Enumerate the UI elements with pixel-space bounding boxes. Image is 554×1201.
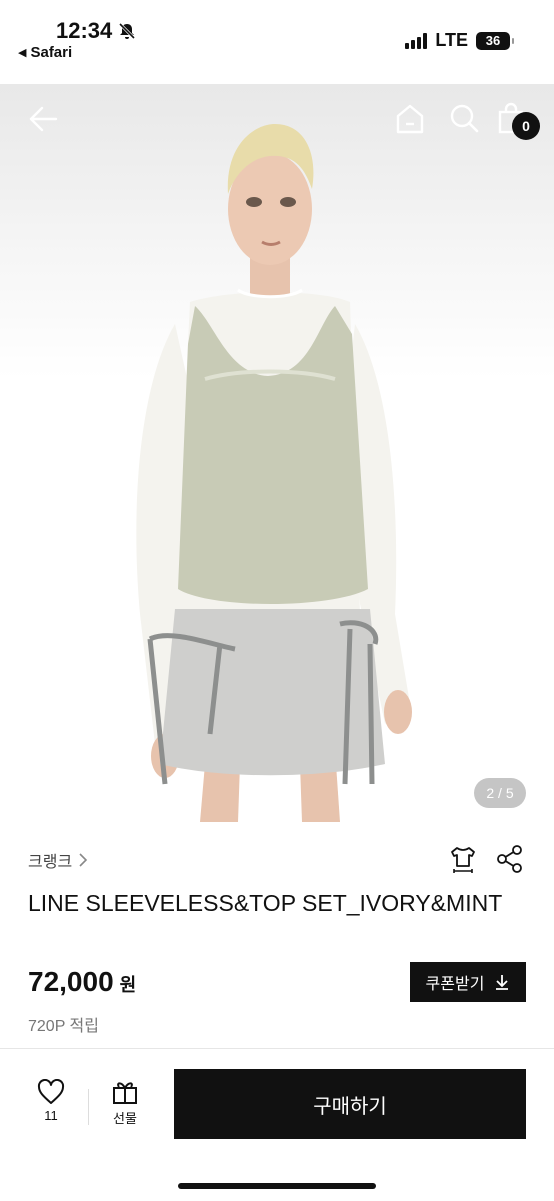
search-icon[interactable] [448,102,480,136]
bell-muted-icon [119,22,136,40]
buy-button[interactable]: 구매하기 [174,1069,526,1139]
price-value: 72,000 [28,966,114,997]
status-time: 12:34 [56,18,136,44]
like-button[interactable]: 11 [30,1078,72,1123]
signal-icon [405,32,428,49]
share-icon[interactable] [496,844,524,874]
home-indicator [178,1183,376,1189]
chevron-right-icon [79,853,88,867]
back-to-safari[interactable]: ◀ Safari [18,44,72,61]
product-image-carousel[interactable]: 0 2 / 5 [0,84,554,822]
brand-link[interactable]: 크랭크 [28,848,88,872]
gift-button[interactable]: 선물 [104,1079,146,1127]
reward-points: 720P 적립 [28,1018,99,1035]
status-indicators: LTE 36 [405,30,514,51]
size-guide-icon[interactable] [448,844,478,874]
back-app-label: Safari [30,44,73,61]
heart-icon [37,1078,65,1104]
cart-count-badge: 0 [512,112,540,140]
download-icon [496,975,509,990]
battery-level: 36 [485,33,501,48]
like-count: 11 [44,1108,58,1123]
gift-icon [113,1082,137,1104]
battery-icon: 36 [476,31,514,50]
divider [88,1089,89,1125]
home-icon[interactable] [394,102,426,136]
gift-label: 선물 [113,1111,137,1126]
coupon-label: 쿠폰받기 [425,976,485,993]
bottom-action-bar: 11 선물 구매하기 [0,1048,554,1201]
time-text: 12:34 [56,18,113,43]
product-price: 72,000 원 [28,966,136,998]
status-bar: 12:34 ◀ Safari LTE 36 [0,0,554,84]
brand-name: 크랭크 [28,854,73,871]
image-page-indicator: 2 / 5 [474,778,526,808]
back-arrow-icon[interactable] [26,102,60,136]
back-triangle-icon: ◀ [18,47,27,59]
price-currency: 원 [119,975,137,995]
network-label: LTE [435,30,468,50]
product-title: LINE SLEEVELESS&TOP SET_IVORY&MINT [28,890,503,916]
coupon-button[interactable]: 쿠폰받기 [410,962,526,1002]
product-photo [136,124,412,822]
product-actions [448,844,524,874]
